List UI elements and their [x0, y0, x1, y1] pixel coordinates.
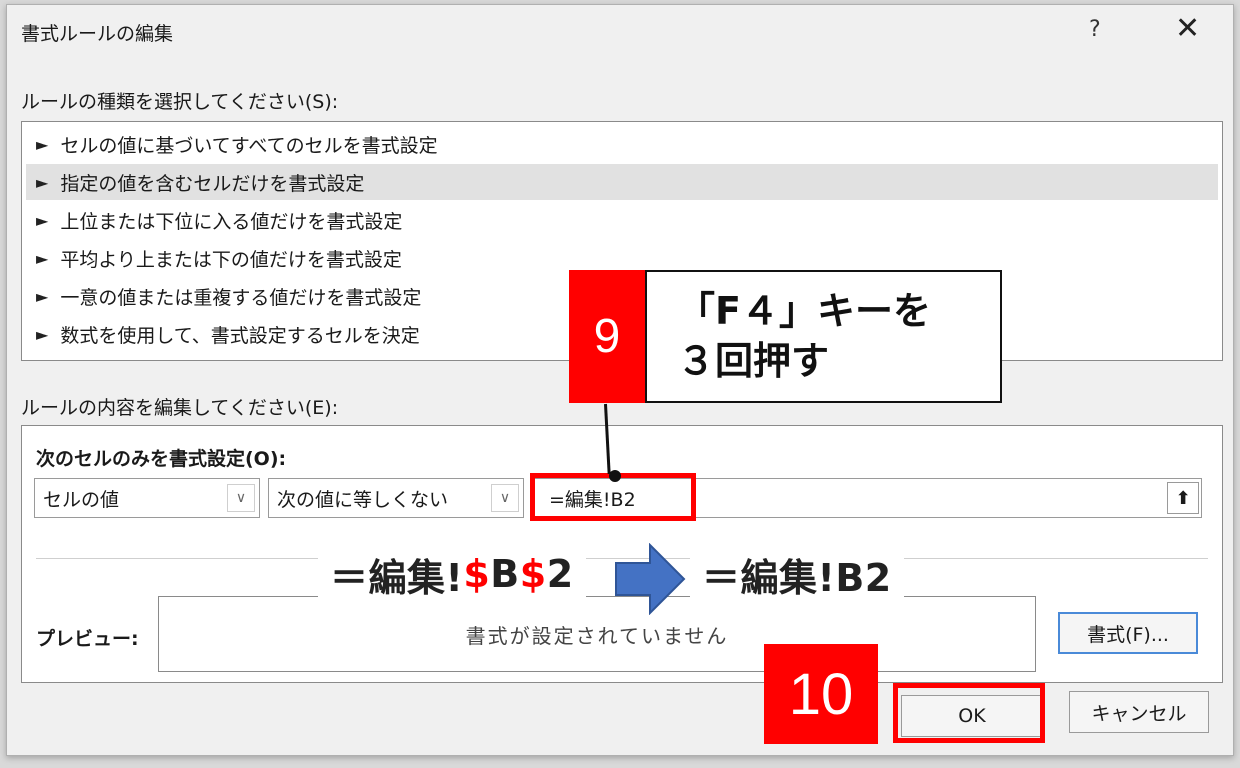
- operator-combo[interactable]: 次の値に等しくない ∨: [268, 478, 524, 518]
- collapse-dialog-icon[interactable]: ⬆: [1167, 482, 1199, 514]
- combo-value: 次の値に等しくない: [277, 488, 449, 511]
- formula-before-dollar: $: [463, 552, 491, 596]
- rule-item-label: 一意の値または重複する値だけを書式設定: [60, 286, 422, 309]
- rule-type-label: ルールの種類を選択してください(S):: [21, 91, 339, 113]
- rule-item-label: 数式を使用して、書式設定するセルを決定: [60, 324, 420, 347]
- step-badge-10: 10: [764, 644, 878, 744]
- rule-item-label: 上位または下位に入る値だけを書式設定: [60, 210, 403, 233]
- preview-label: プレビュー:: [36, 628, 139, 650]
- rule-item-label: 指定の値を含むセルだけを書式設定: [60, 172, 365, 195]
- formula-before-dollar: $: [519, 552, 547, 596]
- triangle-right-icon: ►: [36, 286, 49, 306]
- chevron-down-icon[interactable]: ∨: [227, 484, 255, 512]
- cell-value-combo[interactable]: セルの値 ∨: [34, 478, 260, 518]
- format-button[interactable]: 書式(F)...: [1058, 612, 1198, 654]
- rule-item[interactable]: ► 上位または下位に入る値だけを書式設定: [26, 202, 1218, 238]
- close-icon[interactable]: ✕: [1175, 11, 1200, 46]
- formula-after: ＝編集!B2: [690, 546, 904, 602]
- callout-line1: 「F４」キーを: [677, 289, 931, 333]
- cancel-button[interactable]: キャンセル: [1069, 691, 1209, 733]
- preview-box: 書式が設定されていません: [158, 596, 1036, 672]
- ok-highlight-box: [893, 683, 1045, 743]
- triangle-right-icon: ►: [36, 210, 49, 230]
- rule-item-label: 平均より上または下の値だけを書式設定: [60, 248, 402, 271]
- combo-value: セルの値: [43, 488, 120, 511]
- triangle-right-icon: ►: [36, 324, 49, 344]
- formula-before-row: 2: [546, 552, 574, 596]
- preview-text: 書式が設定されていません: [465, 623, 729, 648]
- formula-before-prefix: ＝編集!: [330, 555, 464, 600]
- help-icon[interactable]: ?: [1089, 17, 1101, 42]
- right-arrow-icon: [615, 543, 686, 615]
- chevron-down-icon[interactable]: ∨: [491, 484, 519, 512]
- rule-item-label: セルの値に基づいてすべてのセルを書式設定: [60, 134, 438, 157]
- formula-before-col: B: [490, 552, 520, 596]
- step-badge-9: 9: [569, 270, 645, 403]
- rule-edit-label: ルールの内容を編集してください(E):: [21, 397, 339, 419]
- triangle-right-icon: ►: [36, 134, 49, 154]
- callout-line2: ３回押す: [677, 339, 830, 383]
- instruction-callout: 「F４」キーを ３回押す: [645, 270, 1002, 403]
- format-only-cells-label: 次のセルのみを書式設定(O):: [36, 448, 287, 470]
- formula-before: ＝編集! $ B $2: [318, 546, 586, 602]
- rule-item[interactable]: ► セルの値に基づいてすべてのセルを書式設定: [26, 126, 1218, 162]
- triangle-right-icon: ►: [36, 248, 49, 268]
- rule-item-selected[interactable]: ► 指定の値を含むセルだけを書式設定: [26, 164, 1218, 200]
- callout-leader-dot: [609, 470, 621, 482]
- triangle-right-icon: ►: [36, 172, 49, 192]
- dialog-title: 書式ルールの編集: [21, 23, 174, 45]
